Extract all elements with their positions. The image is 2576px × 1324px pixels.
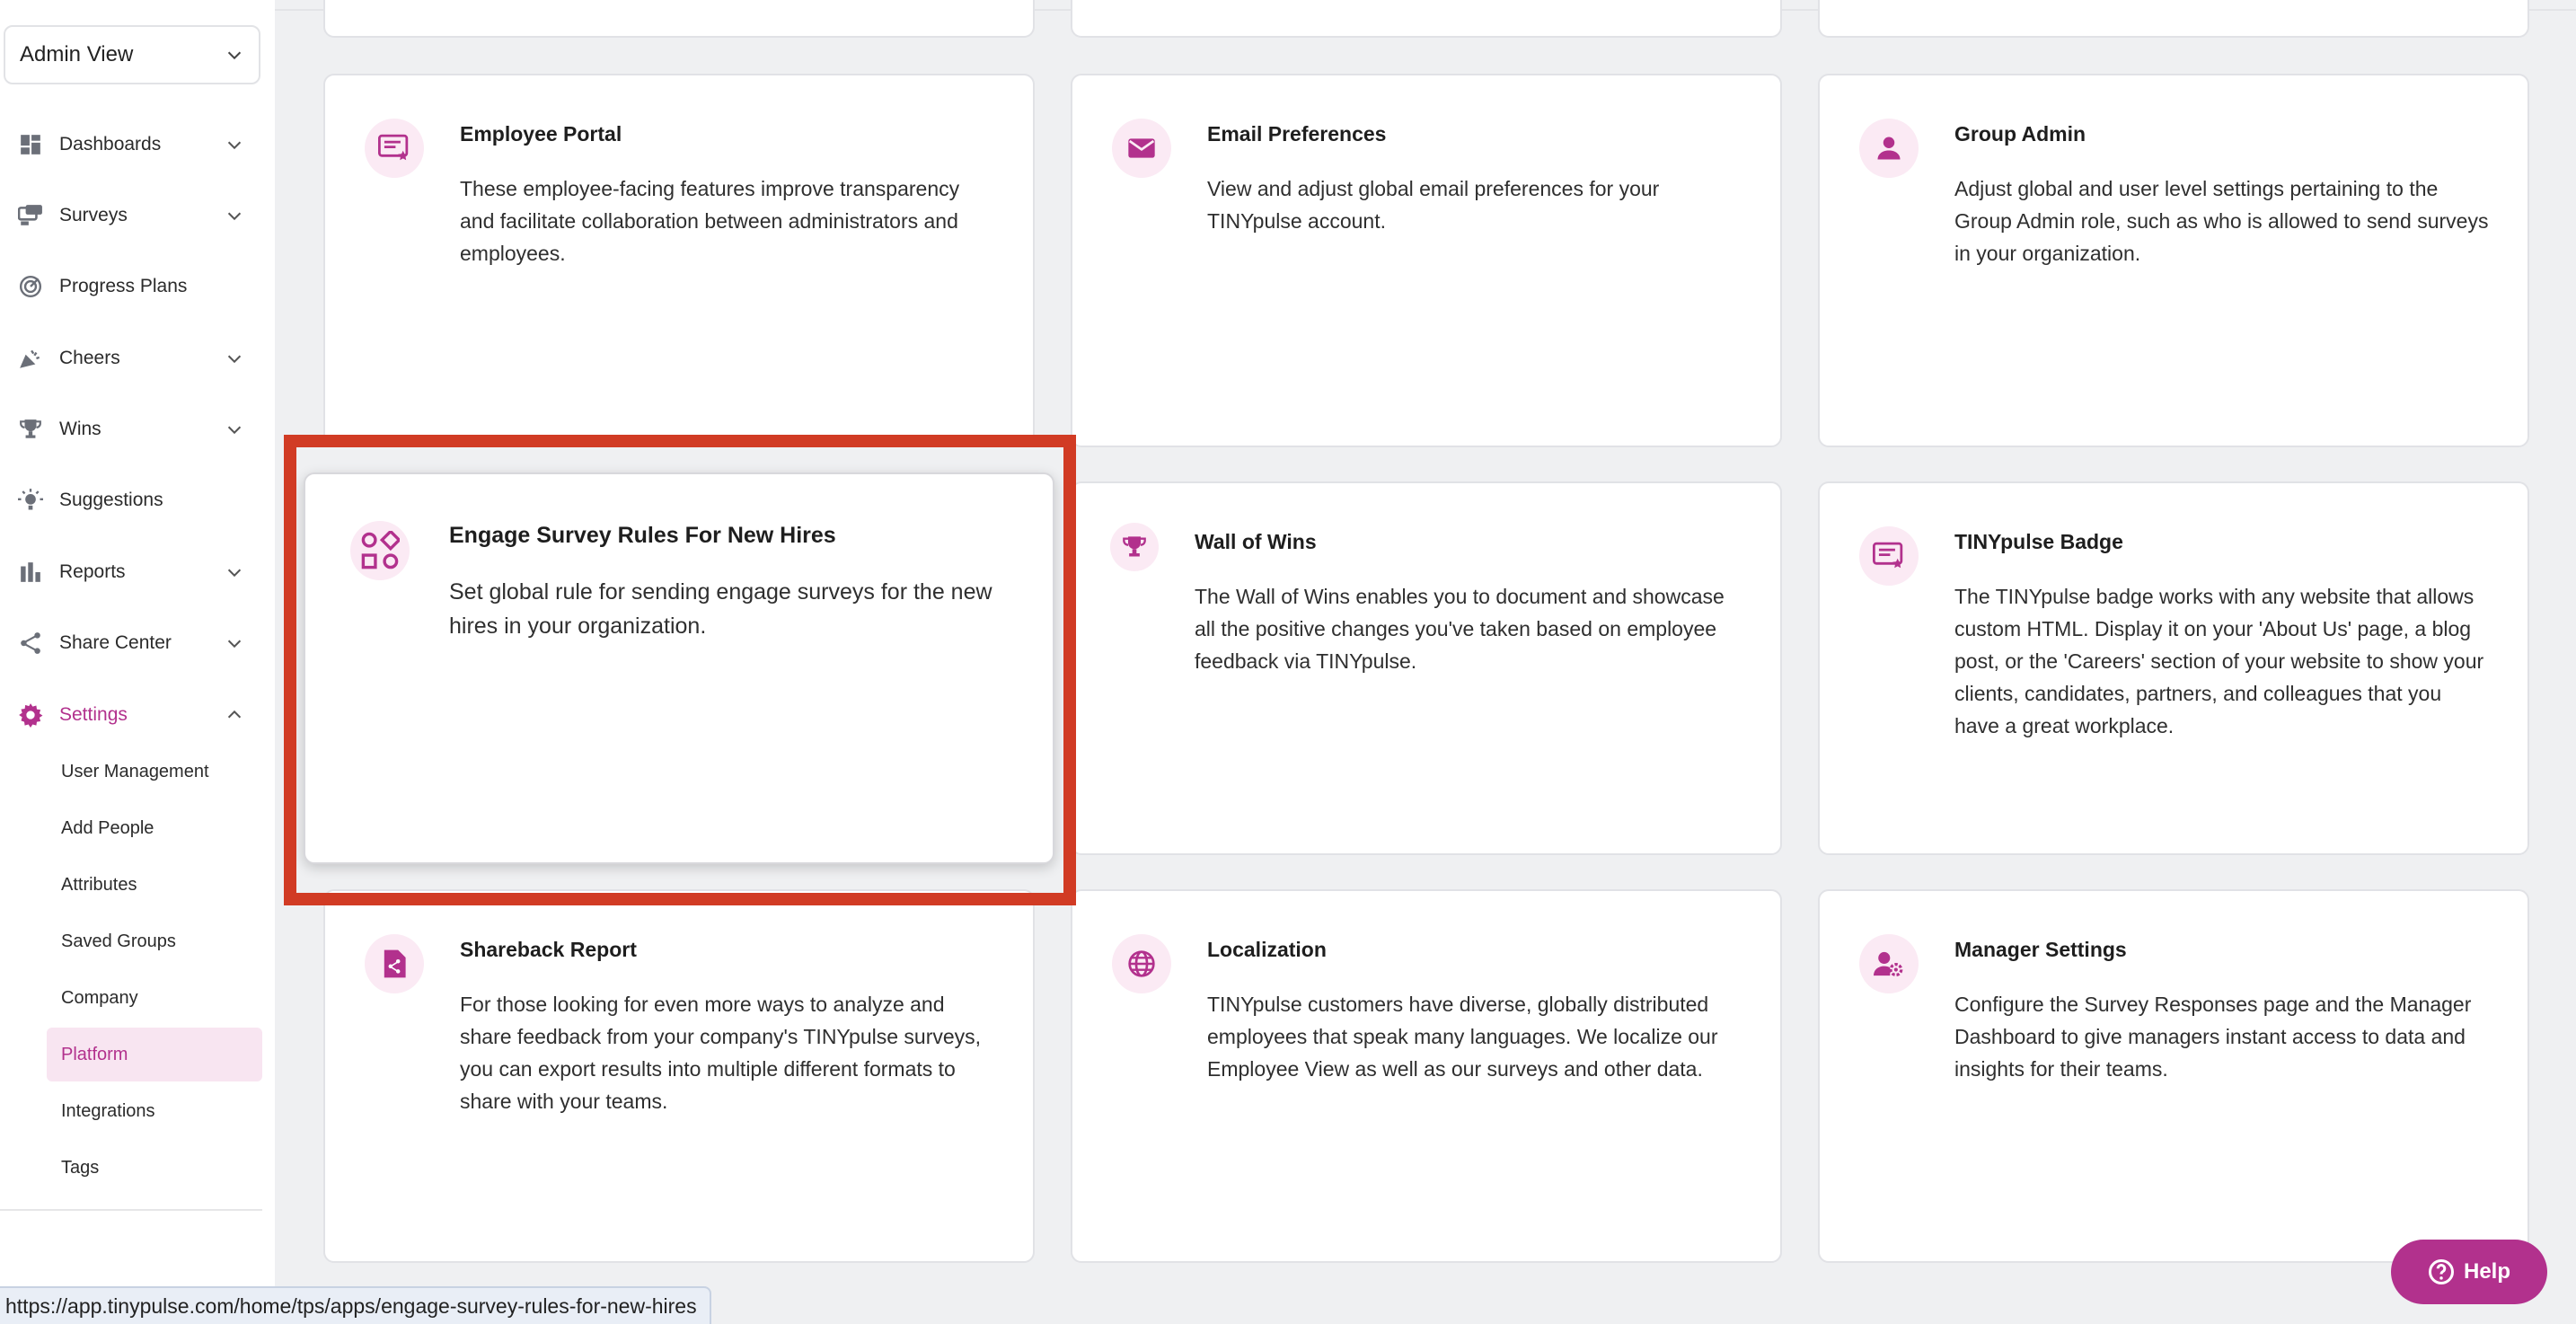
help-button[interactable]: Help xyxy=(2391,1240,2547,1304)
gear-icon xyxy=(18,702,43,728)
surveys-icon xyxy=(18,203,43,228)
settings-item-tags[interactable]: Tags xyxy=(47,1141,262,1195)
settings-item-add-people[interactable]: Add People xyxy=(47,801,262,855)
card-title: Wall of Wins xyxy=(1195,530,1317,553)
dashboard-icon xyxy=(18,132,43,157)
portal-badge-icon xyxy=(365,119,424,178)
card-description: These employee-facing features improve t… xyxy=(460,177,960,265)
nav-label: Wins xyxy=(59,419,101,439)
card-title: Manager Settings xyxy=(1954,938,2127,961)
card-title: Employee Portal xyxy=(460,122,622,146)
settings-item-company[interactable]: Company xyxy=(47,971,262,1025)
nav-label: Settings xyxy=(59,704,128,725)
nav-suggestions[interactable]: Suggestions xyxy=(0,478,260,523)
nav-label: Progress Plans xyxy=(59,276,188,296)
card-shareback-report[interactable]: Shareback Report For those looking for e… xyxy=(323,889,1035,1263)
card-title: Email Preferences xyxy=(1207,122,1387,146)
nav-label: Reports xyxy=(59,561,126,582)
shapes-icon xyxy=(350,521,410,580)
card-description: For those looking for even more ways to … xyxy=(460,993,982,1113)
trophy-icon xyxy=(18,417,43,442)
card-employee-portal[interactable]: Employee Portal These employee-facing fe… xyxy=(323,74,1035,447)
nav-settings[interactable]: Settings xyxy=(0,693,260,737)
envelope-icon xyxy=(1112,119,1171,178)
nav-label: Surveys xyxy=(59,205,128,225)
card-partial xyxy=(323,0,1035,38)
nav-wins[interactable]: Wins xyxy=(0,407,260,452)
nav-label: Suggestions xyxy=(59,490,163,510)
card-description: Adjust global and user level settings pe… xyxy=(1954,177,2489,265)
card-partial xyxy=(1071,0,1782,38)
view-select[interactable]: Admin View xyxy=(4,25,260,84)
card-tinypulse-badge[interactable]: TINYpulse Badge The TINYpulse badge work… xyxy=(1818,481,2529,855)
card-description: The Wall of Wins enables you to document… xyxy=(1195,585,1725,673)
cheers-icon xyxy=(18,346,43,371)
card-title: TINYpulse Badge xyxy=(1954,530,2123,553)
lightbulb-icon xyxy=(18,488,43,513)
card-title: Group Admin xyxy=(1954,122,2086,146)
trophy-icon xyxy=(1110,523,1159,571)
chevron-down-icon xyxy=(227,51,242,60)
question-circle-icon xyxy=(2428,1259,2454,1284)
chevron-down-icon xyxy=(227,355,242,364)
settings-item-attributes[interactable]: Attributes xyxy=(47,858,262,912)
chevron-up-icon xyxy=(227,710,242,719)
nav-label: Dashboards xyxy=(59,134,162,154)
help-label: Help xyxy=(2463,1259,2510,1284)
chevron-down-icon xyxy=(227,569,242,578)
nav-label: Share Center xyxy=(59,632,172,653)
nav-dashboards[interactable]: Dashboards xyxy=(0,122,260,167)
reports-icon xyxy=(18,560,43,585)
view-select-label: Admin View xyxy=(20,42,134,66)
sidebar: Admin View Dashboards Surveys Progress P… xyxy=(0,0,275,1324)
card-title: Engage Survey Rules For New Hires xyxy=(449,523,836,548)
nav-reports[interactable]: Reports xyxy=(0,550,260,595)
sidebar-divider xyxy=(0,1209,262,1211)
card-description: Set global rule for sending engage surve… xyxy=(449,579,992,639)
nav-label: Cheers xyxy=(59,348,120,368)
nav-progress-plans[interactable]: Progress Plans xyxy=(0,264,260,309)
share-icon xyxy=(18,631,43,656)
globe-icon xyxy=(1112,934,1171,993)
card-title: Localization xyxy=(1207,938,1327,961)
card-manager-settings[interactable]: Manager Settings Configure the Survey Re… xyxy=(1818,889,2529,1263)
card-description: The TINYpulse badge works with any websi… xyxy=(1954,585,2484,737)
status-bar-url: https://app.tinypulse.com/home/tps/apps/… xyxy=(0,1286,711,1324)
card-group-admin[interactable]: Group Admin Adjust global and user level… xyxy=(1818,74,2529,447)
card-partial xyxy=(1818,0,2529,38)
nav-surveys[interactable]: Surveys xyxy=(0,193,260,238)
card-localization[interactable]: Localization TINYpulse customers have di… xyxy=(1071,889,1782,1263)
chevron-down-icon xyxy=(227,640,242,649)
shareback-file-icon xyxy=(365,934,424,993)
card-wall-of-wins[interactable]: Wall of Wins The Wall of Wins enables yo… xyxy=(1071,481,1782,855)
card-engage-survey-rules[interactable]: Engage Survey Rules For New Hires Set gl… xyxy=(304,472,1054,864)
settings-item-user-management[interactable]: User Management xyxy=(47,745,262,799)
progress-plans-icon xyxy=(18,274,43,299)
nav-share-center[interactable]: Share Center xyxy=(0,621,260,666)
badge-icon xyxy=(1859,526,1919,586)
chevron-down-icon xyxy=(227,212,242,221)
card-email-preferences[interactable]: Email Preferences View and adjust global… xyxy=(1071,74,1782,447)
person-icon xyxy=(1859,119,1919,178)
card-title: Shareback Report xyxy=(460,938,637,961)
card-description: Configure the Survey Responses page and … xyxy=(1954,993,2472,1081)
card-description: View and adjust global email preferences… xyxy=(1207,177,1660,233)
card-description: TINYpulse customers have diverse, global… xyxy=(1207,993,1718,1081)
chevron-down-icon xyxy=(227,141,242,150)
chevron-down-icon xyxy=(227,426,242,435)
manager-gear-icon xyxy=(1859,934,1919,993)
nav-cheers[interactable]: Cheers xyxy=(0,336,260,381)
settings-item-saved-groups[interactable]: Saved Groups xyxy=(47,914,262,968)
settings-item-platform[interactable]: Platform xyxy=(47,1028,262,1081)
settings-item-integrations[interactable]: Integrations xyxy=(47,1084,262,1138)
